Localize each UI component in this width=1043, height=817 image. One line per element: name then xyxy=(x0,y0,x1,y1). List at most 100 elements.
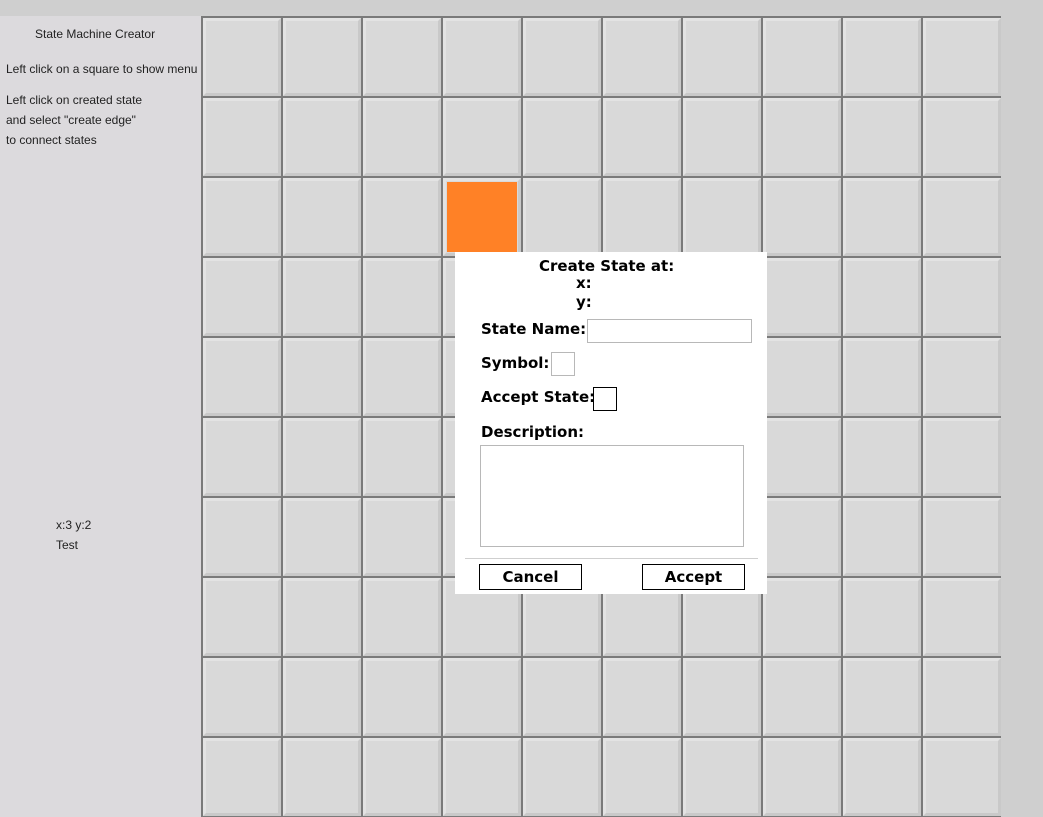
grid-cell[interactable] xyxy=(203,258,281,336)
grid-cell[interactable] xyxy=(283,498,361,576)
grid-cell[interactable] xyxy=(843,658,921,736)
grid-cell[interactable] xyxy=(203,738,281,816)
accept-button[interactable]: Accept xyxy=(642,564,745,590)
grid-cell[interactable] xyxy=(523,658,601,736)
grid-cell[interactable] xyxy=(763,578,841,656)
grid-cell[interactable] xyxy=(843,498,921,576)
grid-cell[interactable] xyxy=(283,178,361,256)
grid-cell[interactable] xyxy=(283,418,361,496)
grid-cell[interactable] xyxy=(763,338,841,416)
grid-cell[interactable] xyxy=(443,18,521,96)
grid-cell[interactable] xyxy=(843,738,921,816)
grid-cell[interactable] xyxy=(843,98,921,176)
grid-cell[interactable] xyxy=(763,18,841,96)
selected-state-name: Test xyxy=(56,538,79,552)
grid-cell[interactable] xyxy=(363,418,441,496)
grid-cell[interactable] xyxy=(523,18,601,96)
grid-cell[interactable] xyxy=(603,178,681,256)
grid-cell[interactable] xyxy=(763,98,841,176)
sidebar: State Machine Creator Left click on a sq… xyxy=(0,16,201,817)
cancel-button[interactable]: Cancel xyxy=(479,564,582,590)
grid-cell[interactable] xyxy=(923,578,1001,656)
accept-state-label: Accept State: xyxy=(481,388,596,406)
grid-cell[interactable] xyxy=(363,98,441,176)
grid-cell[interactable] xyxy=(443,738,521,816)
grid-cell[interactable] xyxy=(363,578,441,656)
grid-cell[interactable] xyxy=(683,178,761,256)
grid-cell[interactable] xyxy=(283,18,361,96)
grid-cell[interactable] xyxy=(923,738,1001,816)
grid-cell[interactable] xyxy=(523,178,601,256)
grid-cell[interactable] xyxy=(843,258,921,336)
grid-cell[interactable] xyxy=(203,578,281,656)
grid-cell[interactable] xyxy=(283,658,361,736)
grid-cell[interactable] xyxy=(523,98,601,176)
grid-cell[interactable] xyxy=(203,338,281,416)
state-node[interactable] xyxy=(447,182,517,252)
grid-cell[interactable] xyxy=(923,18,1001,96)
grid-cell[interactable] xyxy=(363,498,441,576)
grid-cell[interactable] xyxy=(763,418,841,496)
grid-cell[interactable] xyxy=(363,738,441,816)
grid-cell[interactable] xyxy=(923,418,1001,496)
instruction-show-menu: Left click on a square to show menu xyxy=(6,62,198,76)
grid-cell[interactable] xyxy=(283,338,361,416)
grid-cell[interactable] xyxy=(363,338,441,416)
grid-cell[interactable] xyxy=(443,658,521,736)
grid-cell[interactable] xyxy=(923,98,1001,176)
app-title: State Machine Creator xyxy=(35,27,156,41)
grid-cell[interactable] xyxy=(603,658,681,736)
grid-cell[interactable] xyxy=(763,498,841,576)
grid-cell[interactable] xyxy=(523,738,601,816)
grid-cell[interactable] xyxy=(363,178,441,256)
x-coord-label: x: xyxy=(576,274,592,292)
grid-cell[interactable] xyxy=(923,658,1001,736)
grid-cell[interactable] xyxy=(683,658,761,736)
grid-cell[interactable] xyxy=(763,258,841,336)
grid-cell[interactable] xyxy=(283,258,361,336)
description-textarea[interactable] xyxy=(480,445,744,547)
grid-cell[interactable] xyxy=(843,18,921,96)
grid-cell[interactable] xyxy=(843,338,921,416)
grid-cell[interactable] xyxy=(923,498,1001,576)
grid-cell[interactable] xyxy=(203,658,281,736)
grid-cell[interactable] xyxy=(283,738,361,816)
grid-cell[interactable] xyxy=(203,178,281,256)
grid-cell[interactable] xyxy=(843,578,921,656)
grid-cell[interactable] xyxy=(683,98,761,176)
grid-cell[interactable] xyxy=(923,178,1001,256)
instruction-connect-states: to connect states xyxy=(6,133,97,147)
selected-coords: x:3 y:2 xyxy=(56,518,92,532)
grid-cell[interactable] xyxy=(203,498,281,576)
grid-cell[interactable] xyxy=(203,98,281,176)
grid-cell[interactable] xyxy=(363,18,441,96)
grid-cell[interactable] xyxy=(683,18,761,96)
grid-cell[interactable] xyxy=(283,578,361,656)
instruction-click-state: Left click on created state xyxy=(6,93,143,107)
grid-cell[interactable] xyxy=(363,658,441,736)
grid-cell[interactable] xyxy=(843,418,921,496)
grid-cell[interactable] xyxy=(923,338,1001,416)
grid-cell[interactable] xyxy=(923,258,1001,336)
grid-cell[interactable] xyxy=(603,738,681,816)
description-label: Description: xyxy=(481,423,585,441)
dialog-title: Create State at: xyxy=(539,257,675,275)
state-name-input[interactable] xyxy=(587,319,752,343)
state-name-label: State Name: xyxy=(481,320,587,338)
grid-cell[interactable] xyxy=(203,418,281,496)
grid-cell[interactable] xyxy=(603,98,681,176)
grid-cell[interactable] xyxy=(283,98,361,176)
accept-state-checkbox[interactable] xyxy=(593,387,617,411)
instruction-create-edge: and select "create edge" xyxy=(6,113,136,127)
grid-cell[interactable] xyxy=(763,658,841,736)
grid-cell[interactable] xyxy=(683,738,761,816)
grid-cell[interactable] xyxy=(843,178,921,256)
grid-cell[interactable] xyxy=(203,18,281,96)
grid-cell[interactable] xyxy=(763,178,841,256)
symbol-label: Symbol: xyxy=(481,354,550,372)
symbol-input[interactable] xyxy=(551,352,575,376)
grid-cell[interactable] xyxy=(443,98,521,176)
grid-cell[interactable] xyxy=(363,258,441,336)
grid-cell[interactable] xyxy=(603,18,681,96)
grid-cell[interactable] xyxy=(763,738,841,816)
